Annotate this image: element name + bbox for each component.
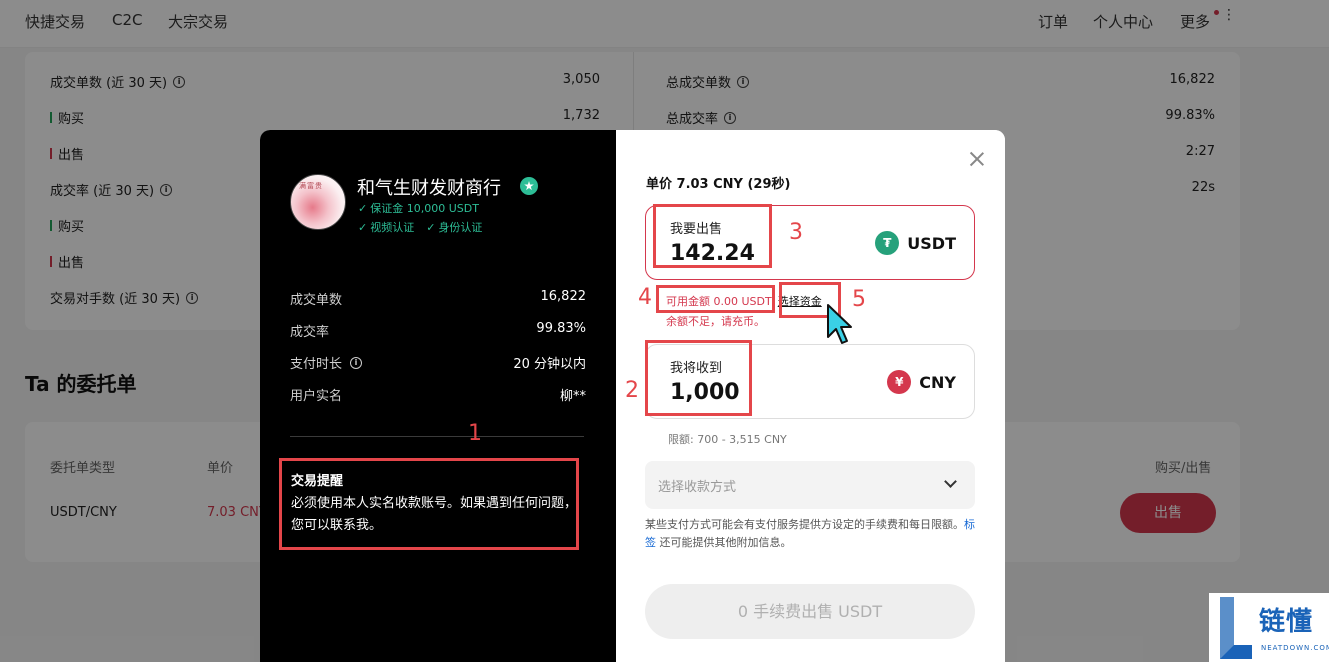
- annotation-number-1: 1: [468, 421, 482, 446]
- chevron-down-icon: [944, 475, 957, 488]
- divider: [290, 436, 584, 437]
- payment-note: 某些支付方式可能会有支付服务提供方设定的手续费和每日限额。标签 还可能提供其他附…: [645, 518, 975, 549]
- sell-currency[interactable]: ₮ USDT: [875, 231, 956, 255]
- deposit-badge: ✓ 保证金 10,000 USDT: [358, 201, 479, 216]
- submit-sell-button[interactable]: 0 手续费出售 USDT: [645, 584, 975, 639]
- verification-badges: ✓ 视频认证 ✓ 身份认证: [358, 220, 483, 235]
- verified-merchant-icon: [520, 177, 538, 195]
- cny-coin-icon: ¥: [887, 370, 912, 394]
- payment-method-select[interactable]: 选择收款方式: [645, 461, 975, 509]
- annotation-number-3: 3: [789, 220, 803, 245]
- mouse-pointer-icon: [827, 304, 852, 344]
- merchant-stat-pay-time: 支付时长 i 20 分钟以内: [290, 356, 586, 372]
- merchant-name: 和气生财发财商行: [357, 178, 501, 199]
- annotation-box-3: [653, 204, 772, 268]
- merchant-panel: 满富贵 和气生财发财商行 ✓ 保证金 10,000 USDT ✓ 视频认证 ✓ 身份认…: [260, 130, 616, 662]
- unit-price: 单价 7.03 CNY (29秒): [646, 177, 791, 192]
- payment-method-placeholder: 选择收款方式: [658, 480, 737, 495]
- merchant-stat-orders: 成交单数 16,822: [290, 289, 586, 308]
- close-icon[interactable]: [968, 150, 986, 168]
- avatar: 满富贵: [290, 174, 346, 230]
- watermark-logo: 链懂 NEATDOWN.COM: [1209, 593, 1329, 662]
- receive-currency[interactable]: ¥ CNY: [887, 370, 956, 394]
- usdt-coin-icon: ₮: [875, 231, 900, 255]
- check-icon: ✓: [426, 220, 436, 234]
- annotation-number-2: 2: [625, 378, 639, 403]
- limit-text: 限额: 700 - 3,515 CNY: [668, 433, 787, 446]
- brand-mark-icon: [1220, 597, 1252, 659]
- merchant-stat-completion: 成交率 99.83%: [290, 321, 586, 340]
- watermark-brand: 链懂: [1259, 607, 1314, 637]
- avatar-seal-text: 满富贵: [299, 182, 323, 190]
- info-icon[interactable]: i: [350, 356, 363, 369]
- check-icon: ✓: [358, 220, 368, 234]
- annotation-number-5: 5: [852, 287, 866, 312]
- annotation-box-1: [279, 458, 579, 550]
- merchant-stat-real-name: 用户实名 柳**: [290, 389, 586, 404]
- check-icon: ✓: [358, 201, 368, 215]
- annotation-box-4: [656, 285, 775, 313]
- annotation-box-2: [645, 340, 752, 416]
- insufficient-balance-error: 余额不足，请充币。: [666, 315, 765, 328]
- watermark-domain: NEATDOWN.COM: [1261, 644, 1329, 652]
- annotation-number-4: 4: [638, 285, 652, 310]
